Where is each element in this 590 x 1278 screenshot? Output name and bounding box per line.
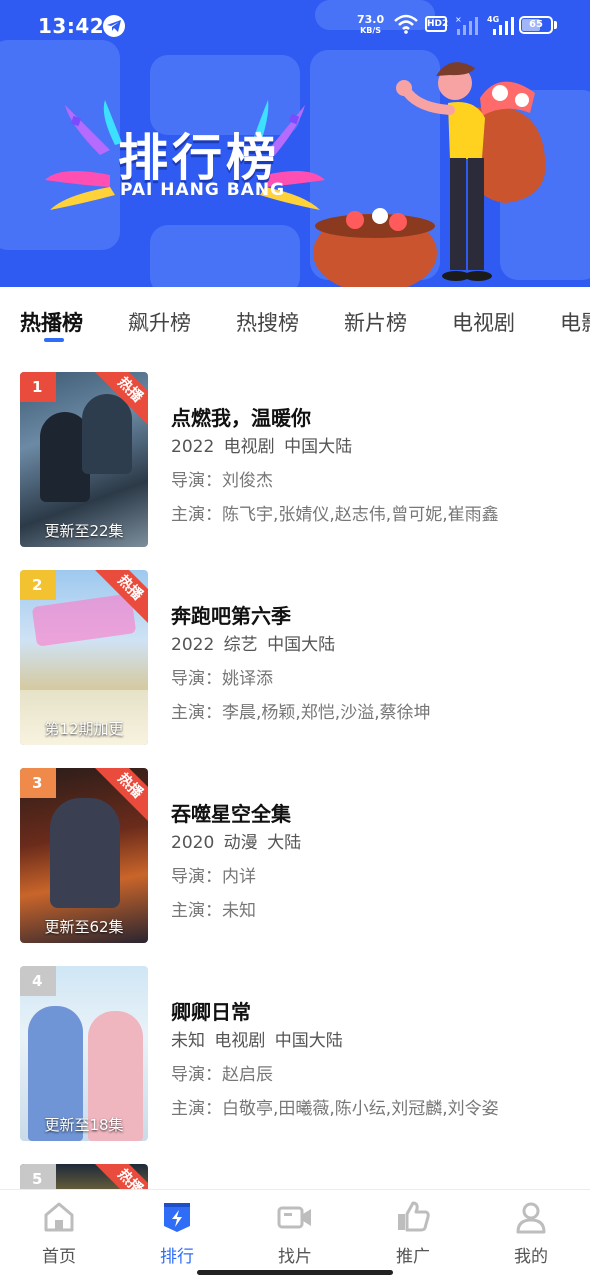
tab-tv-series[interactable]: 电视剧 [452,307,515,337]
battery-icon: 65 [519,16,553,34]
list-item[interactable]: 5 热播 [0,1141,590,1189]
item-meta: 2022 综艺 中国大陆 [171,635,336,655]
nav-label: 找片 [278,1247,312,1267]
list-item[interactable]: 2 热播 第12期加更 奔跑吧第六季 2022 综艺 中国大陆 导演：姚译添 主… [0,547,590,745]
item-title[interactable]: 卿卿日常 [171,996,251,1025]
nav-home[interactable]: 首页 [19,1200,99,1270]
item-director: 导演：赵启辰 [171,1065,273,1085]
tab-hot-search[interactable]: 热搜榜 [236,307,299,337]
status-time: 13:42 [38,14,105,38]
hd-icon: HD2 [425,16,448,32]
wifi-icon [394,14,418,34]
signal-4g-icon: 4G [487,15,514,35]
list-item[interactable]: 4 更新至18集 卿卿日常 未知 电视剧 中国大陆 导演：赵启辰 主演：白敬亭,… [0,943,590,1141]
update-status: 更新至62集 [44,918,124,936]
tab-new-release[interactable]: 新片榜 [344,307,407,337]
user-icon [516,1202,546,1234]
rank-badge: 2 [20,570,56,600]
banner-subtitle: PAI HANG BANG [120,180,286,200]
signal-icon: × [455,15,478,35]
item-meta: 2020 动漫 大陆 [171,833,302,853]
item-title[interactable]: 奔跑吧第六季 [171,600,291,629]
item-actors: 主演：白敬亭,田曦薇,陈小纭,刘冠麟,刘令姿 [171,1099,499,1119]
update-status: 更新至18集 [44,1116,124,1134]
poster-image[interactable]: 1 热播 更新至22集 [20,372,148,547]
poster-figure [50,798,120,908]
battery-cap [554,21,557,29]
poster-image[interactable]: 5 热播 [20,1164,148,1189]
ranking-icon [164,1203,190,1232]
item-meta: 2022 电视剧 中国大陆 [171,437,353,457]
ranking-list: 1 热播 更新至22集 点燃我，温暖你 2022 电视剧 中国大陆 导演：刘俊杰… [0,349,590,1189]
item-director: 导演：刘俊杰 [171,471,273,491]
poster-image[interactable]: 3 热播 更新至62集 [20,768,148,943]
list-item[interactable]: 3 热播 更新至62集 吞噬星空全集 2020 动漫 大陆 导演：内详 主演：未… [0,745,590,943]
poster-image[interactable]: 2 热播 第12期加更 [20,570,148,745]
svg-text:4G: 4G [487,15,499,24]
rank-badge: 4 [20,966,56,996]
banner: 13:42 73.0 KB/S HD2 × 4G 65 排行榜 PAI HANG… [0,0,590,287]
nav-find[interactable]: 找片 [255,1200,335,1270]
svg-text:×: × [455,15,462,24]
item-title[interactable]: 吞噬星空全集 [171,798,291,827]
nav-promote[interactable]: 推广 [373,1200,453,1270]
hot-ribbon: 热播 [93,1164,148,1189]
status-bar: 13:42 73.0 KB/S HD2 × 4G 65 [0,0,590,52]
active-tab-indicator [44,338,64,342]
poster-image[interactable]: 4 更新至18集 [20,966,148,1141]
tab-hot-play[interactable]: 热播榜 [20,307,83,337]
nav-label: 我的 [514,1247,548,1267]
poster-figure [82,394,132,474]
net-speed: 73.0 KB/S [357,14,384,36]
poster-logo-shape [31,593,137,647]
update-status: 第12期加更 [44,720,124,738]
nav-label: 推广 [396,1247,430,1267]
item-actors: 主演：未知 [171,901,256,921]
net-speed-unit: KB/S [360,26,382,35]
rank-badge: 1 [20,372,56,402]
item-director: 导演：姚译添 [171,669,273,689]
item-title[interactable]: 点燃我，温暖你 [171,402,311,431]
tab-rising[interactable]: 飙升榜 [128,307,191,337]
battery-level: 65 [529,19,543,30]
nav-label: 首页 [42,1247,76,1267]
video-camera-icon [277,1206,311,1229]
item-director: 导演：内详 [171,867,256,887]
rank-badge: 5 [20,1164,56,1189]
tab-movie[interactable]: 电影 [560,307,590,337]
thumbs-up-icon [398,1201,430,1232]
rank-badge: 3 [20,768,56,798]
banner-illustration [313,62,546,287]
telegram-icon [103,15,125,37]
nav-label: 排行 [160,1247,194,1267]
home-indicator [197,1270,393,1275]
nav-mine[interactable]: 我的 [491,1200,571,1270]
item-meta: 未知 电视剧 中国大陆 [171,1031,343,1051]
bottom-navigation: 首页 排行 找片 推广 我的 [0,1189,590,1278]
banner-bg-card [150,225,300,287]
item-actors: 主演：李晨,杨颖,郑恺,沙溢,蔡徐坤 [171,703,431,723]
item-actors: 主演：陈飞宇,张婧仪,赵志伟,曾可妮,崔雨鑫 [171,505,499,525]
home-icon [44,1202,74,1232]
list-item[interactable]: 1 热播 更新至22集 点燃我，温暖你 2022 电视剧 中国大陆 导演：刘俊杰… [0,349,590,547]
update-status: 更新至22集 [44,522,124,540]
category-tabs: 热播榜 飙升榜 热搜榜 新片榜 电视剧 电影 [0,287,590,349]
nav-ranking[interactable]: 排行 [137,1200,217,1270]
